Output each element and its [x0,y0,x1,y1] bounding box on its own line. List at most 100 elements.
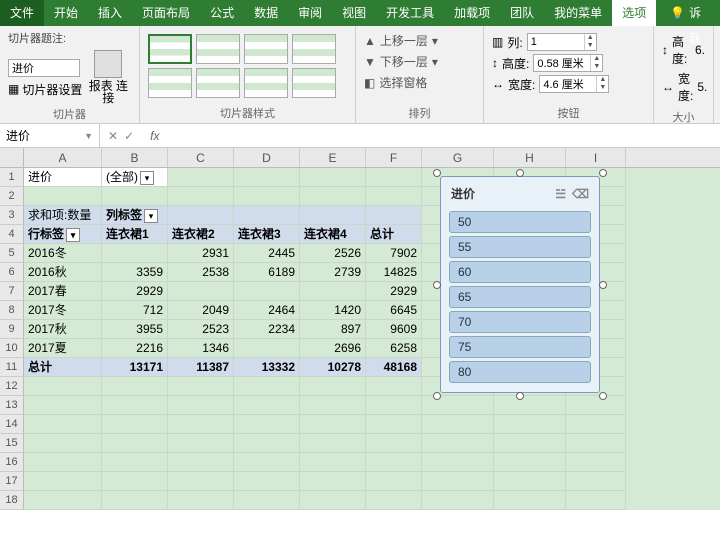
cell[interactable] [24,453,102,472]
cell[interactable]: 6258 [366,339,422,358]
dropdown-icon[interactable]: ▾ [432,55,438,69]
cell[interactable]: 连衣裙3 [234,225,300,244]
cell[interactable] [566,415,626,434]
row-label-dropdown[interactable]: ▾ [66,228,80,242]
cell[interactable] [366,434,422,453]
cell[interactable]: 2016冬 [24,244,102,263]
tab-review[interactable]: 审阅 [288,0,332,26]
row-header-17[interactable]: 17 [0,472,24,491]
cell[interactable]: 2017冬 [24,301,102,320]
cell[interactable] [168,396,234,415]
slicer-style-6[interactable] [196,68,240,98]
cell[interactable] [234,282,300,301]
btn-width-spinner[interactable]: ▲▼ [539,75,609,93]
cell[interactable] [102,434,168,453]
tab-data[interactable]: 数据 [244,0,288,26]
cell[interactable] [300,206,366,225]
cell[interactable] [494,396,566,415]
cell[interactable] [366,453,422,472]
cell[interactable] [366,472,422,491]
tell-me[interactable]: 💡 告诉我 [656,0,720,26]
cell[interactable] [24,434,102,453]
cell[interactable] [422,434,494,453]
row-header-2[interactable]: 2 [0,187,24,206]
cell[interactable] [422,491,494,510]
cell[interactable]: 连衣裙4 [300,225,366,244]
col-header-E[interactable]: E [300,148,366,167]
cell[interactable] [300,415,366,434]
tab-file[interactable]: 文件 [0,0,44,26]
col-header-B[interactable]: B [102,148,168,167]
slicer-item[interactable]: 65 [449,286,591,308]
cell[interactable] [168,453,234,472]
slicer-item[interactable]: 70 [449,311,591,333]
cell[interactable] [168,377,234,396]
cell[interactable]: 列标签▾ [102,206,168,225]
cell[interactable]: 2049 [168,301,234,320]
cell[interactable] [102,472,168,491]
cell[interactable] [234,472,300,491]
row-header-9[interactable]: 9 [0,320,24,339]
slicer-item[interactable]: 75 [449,336,591,358]
cell[interactable]: 13332 [234,358,300,377]
cell[interactable]: 3359 [102,263,168,282]
select-all-corner[interactable] [0,148,24,167]
slicer-caption-input[interactable] [8,59,80,77]
cell[interactable]: 2523 [168,320,234,339]
cell[interactable]: 2017春 [24,282,102,301]
cell[interactable]: 11387 [168,358,234,377]
spin-up-icon[interactable]: ▲ [590,55,602,63]
row-header-5[interactable]: 5 [0,244,24,263]
cell[interactable]: 897 [300,320,366,339]
cell[interactable]: 进价 [24,168,102,187]
col-label-dropdown[interactable]: ▾ [144,209,158,223]
cell[interactable] [300,453,366,472]
cancel-icon[interactable]: ✕ [108,129,118,143]
cell[interactable] [168,168,234,187]
cell[interactable] [234,434,300,453]
slicer-style-8[interactable] [292,68,336,98]
cell[interactable] [566,491,626,510]
tab-start[interactable]: 开始 [44,0,88,26]
cell[interactable] [422,396,494,415]
cell[interactable] [234,415,300,434]
cell[interactable]: 14825 [366,263,422,282]
row-header-15[interactable]: 15 [0,434,24,453]
row-header-10[interactable]: 10 [0,339,24,358]
cell[interactable] [366,168,422,187]
cell[interactable]: 6645 [366,301,422,320]
cell[interactable] [234,339,300,358]
cell[interactable] [168,206,234,225]
col-header-C[interactable]: C [168,148,234,167]
cell[interactable] [300,168,366,187]
selection-pane-button[interactable]: ◧选择窗格 [364,72,475,93]
cell[interactable]: 9609 [366,320,422,339]
bring-forward-button[interactable]: ▲上移一层▾ [364,30,475,51]
cols-input[interactable] [528,34,584,50]
tab-mymenu[interactable]: 我的菜单 [544,0,612,26]
cell[interactable] [168,187,234,206]
cell[interactable] [24,187,102,206]
cell[interactable] [366,415,422,434]
cell[interactable] [494,453,566,472]
cell[interactable] [494,472,566,491]
slicer-item[interactable]: 50 [449,211,591,233]
cell[interactable] [102,491,168,510]
cell[interactable] [422,453,494,472]
cell[interactable] [168,472,234,491]
cell[interactable]: 2017秋 [24,320,102,339]
cell[interactable]: 求和项:数量 [24,206,102,225]
col-header-A[interactable]: A [24,148,102,167]
row-header-8[interactable]: 8 [0,301,24,320]
slicer-settings-button[interactable]: ▦ 切片器设置 [8,81,82,98]
cell[interactable]: 6189 [234,263,300,282]
tab-view[interactable]: 视图 [332,0,376,26]
cell[interactable]: 总计 [366,225,422,244]
cell[interactable] [102,396,168,415]
row-header-18[interactable]: 18 [0,491,24,510]
cell[interactable]: 连衣裙2 [168,225,234,244]
cell[interactable] [300,282,366,301]
slicer-style-1[interactable] [148,34,192,64]
cell[interactable]: 1420 [300,301,366,320]
row-header-4[interactable]: 4 [0,225,24,244]
